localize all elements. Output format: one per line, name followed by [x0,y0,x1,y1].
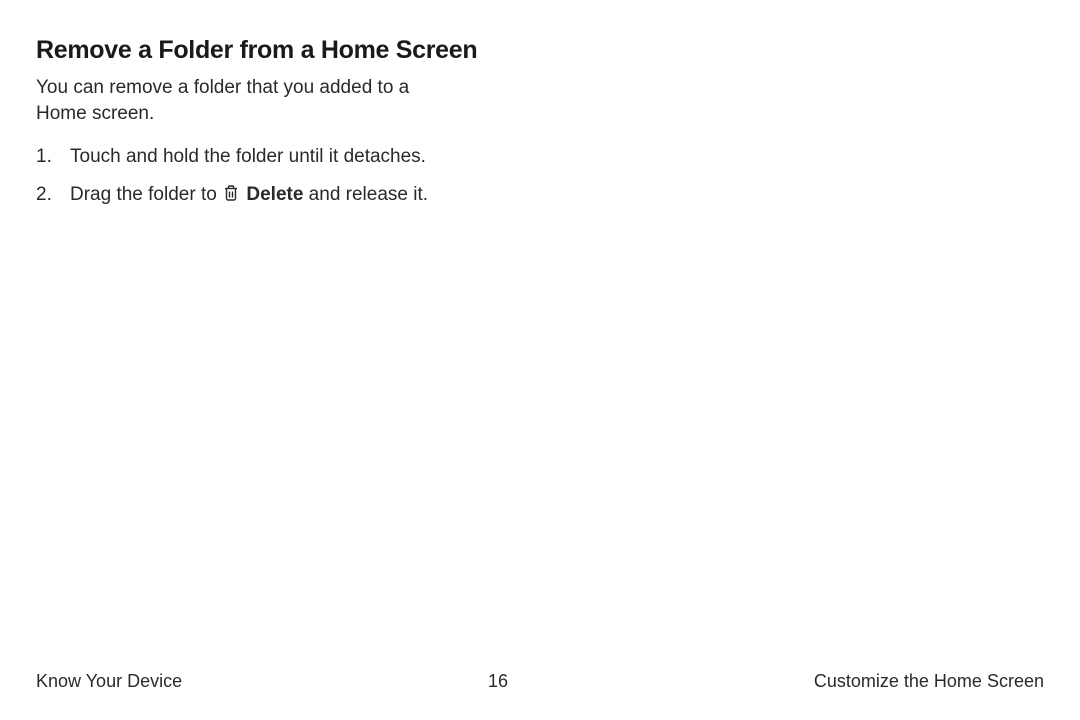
step-number: 2. [36,182,52,208]
step-number: 1. [36,144,52,170]
step-1: 1. Touch and hold the folder until it de… [36,144,1044,170]
step-text-prefix: Drag the folder to [70,184,222,205]
footer-right: Customize the Home Screen [814,671,1044,692]
step-text: Touch and hold the folder until it detac… [70,146,426,167]
step-text-bold: Delete [246,184,303,205]
steps-list: 1. Touch and hold the folder until it de… [36,144,1044,209]
step-2: 2. Drag the folder to Delete and release… [36,182,1044,210]
page-content: Remove a Folder from a Home Screen You c… [0,0,1080,210]
intro-paragraph: You can remove a folder that you added t… [36,75,456,126]
trash-icon [223,184,239,210]
step-text-suffix: and release it. [303,184,428,205]
page-footer: Know Your Device 16 Customize the Home S… [36,671,1044,692]
section-heading: Remove a Folder from a Home Screen [36,36,1044,65]
footer-left: Know Your Device [36,671,182,692]
page-number: 16 [488,671,508,692]
